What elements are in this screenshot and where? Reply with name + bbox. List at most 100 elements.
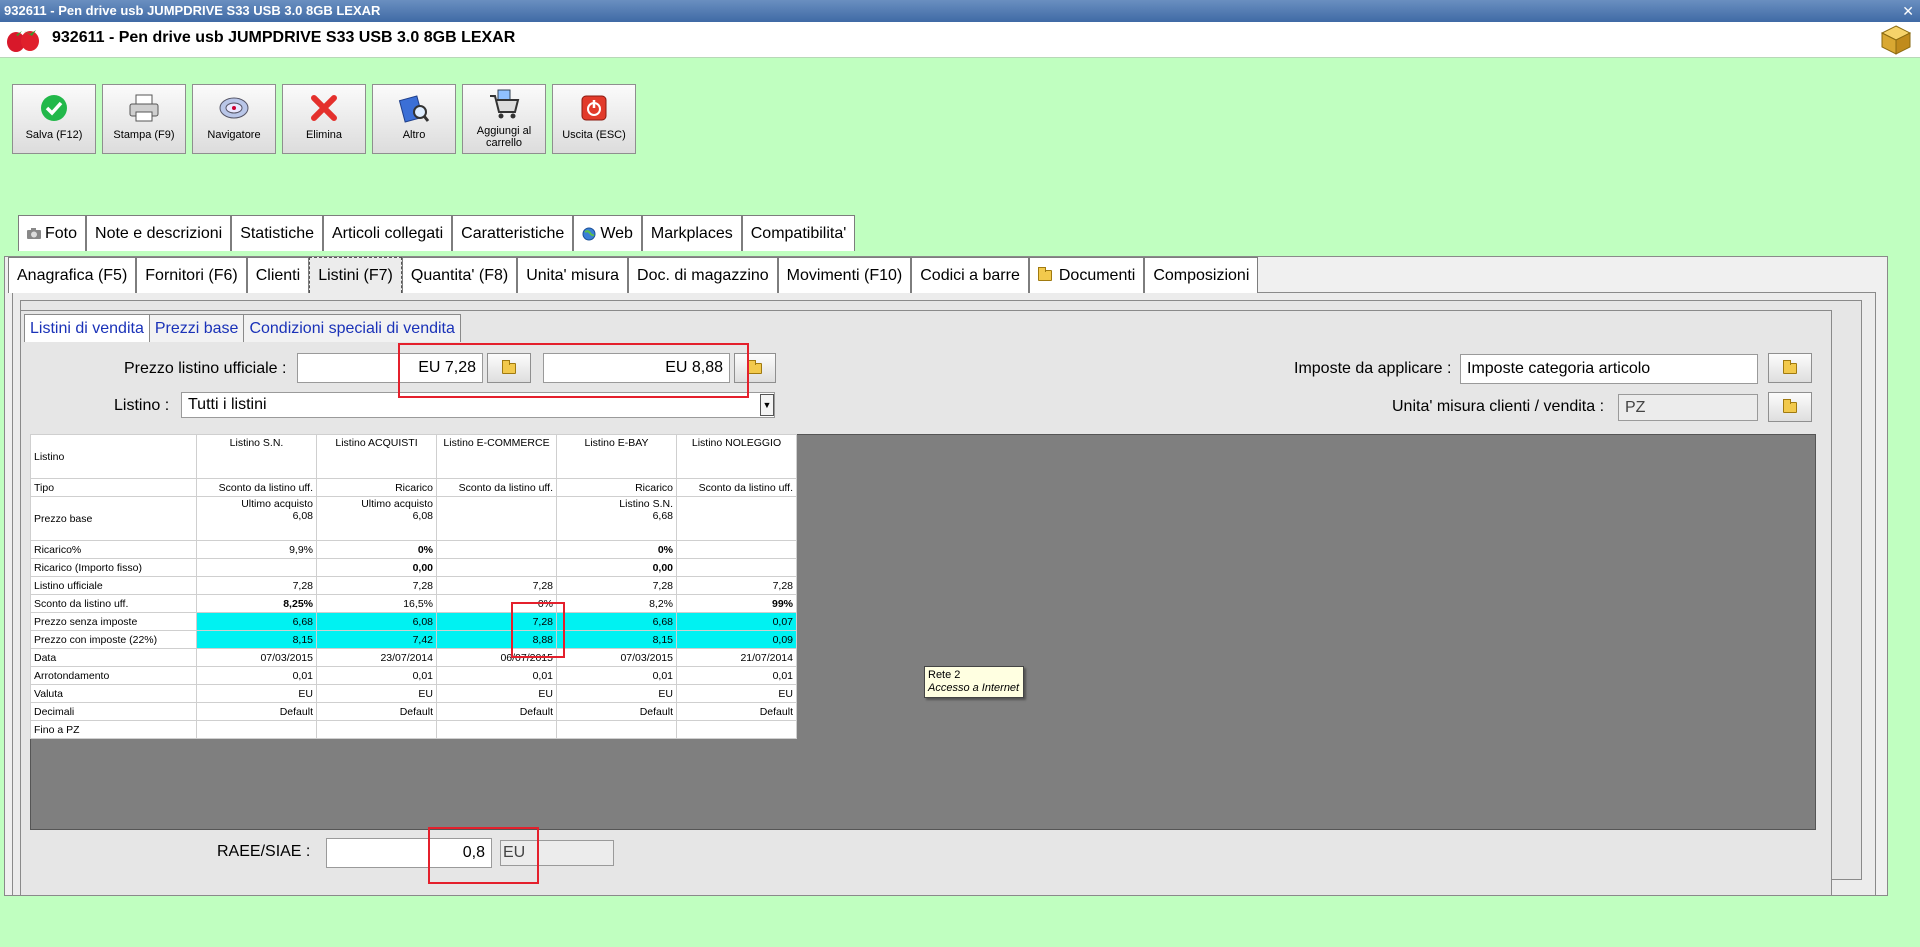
table-cell[interactable] xyxy=(316,720,437,739)
print-button[interactable]: Stampa (F9) xyxy=(102,84,186,154)
tab-anagrafica[interactable]: Anagrafica (F5) xyxy=(8,257,137,293)
table-cell[interactable]: 0% xyxy=(316,540,437,559)
table-cell[interactable]: 0,01 xyxy=(556,666,677,685)
table-cell[interactable]: Default xyxy=(676,702,797,721)
exit-button[interactable]: Uscita (ESC) xyxy=(552,84,636,154)
tab-composizioni[interactable]: Composizioni xyxy=(1144,257,1259,293)
table-cell[interactable]: 7,28 xyxy=(316,576,437,595)
table-cell[interactable]: 0,00 xyxy=(316,558,437,577)
tab-fornitori[interactable]: Fornitori (F6) xyxy=(136,257,247,293)
tab-note[interactable]: Note e descrizioni xyxy=(86,215,232,251)
table-cell[interactable]: EU xyxy=(316,684,437,703)
subtab-prezzi-base[interactable]: Prezzi base xyxy=(148,314,245,342)
save-button[interactable]: Salva (F12) xyxy=(12,84,96,154)
tab-compatibilita[interactable]: Compatibilita' xyxy=(741,215,856,251)
table-cell[interactable]: 7,28 xyxy=(556,576,677,595)
table-cell[interactable]: Ricarico xyxy=(316,478,437,497)
table-cell[interactable] xyxy=(436,540,557,559)
table-cell[interactable] xyxy=(676,558,797,577)
table-cell[interactable]: 21/07/2014 xyxy=(676,648,797,667)
column-header[interactable]: Listino S.N. xyxy=(196,434,317,479)
table-cell[interactable] xyxy=(676,540,797,559)
table-cell[interactable]: 16,5% xyxy=(316,594,437,613)
table-cell[interactable]: 0,07 xyxy=(676,612,797,631)
table-cell[interactable]: Ultimo acquisto 6,08 xyxy=(316,496,437,541)
table-cell[interactable]: Sconto da listino uff. xyxy=(676,478,797,497)
table-cell[interactable]: 6,68 xyxy=(196,612,317,631)
table-cell[interactable]: 0,00 xyxy=(556,558,677,577)
tab-clienti[interactable]: Clienti xyxy=(246,257,310,293)
column-header[interactable]: Listino NOLEGGIO xyxy=(676,434,797,479)
table-cell[interactable]: 0,01 xyxy=(196,666,317,685)
table-cell[interactable] xyxy=(436,558,557,577)
table-cell[interactable]: 07/03/2015 xyxy=(196,648,317,667)
table-cell[interactable]: 99% xyxy=(676,594,797,613)
other-button[interactable]: Altro xyxy=(372,84,456,154)
table-cell[interactable] xyxy=(556,720,677,739)
table-cell[interactable]: Ricarico xyxy=(556,478,677,497)
tab-statistiche[interactable]: Statistiche xyxy=(231,215,323,251)
close-icon[interactable]: ✕ xyxy=(1902,0,1914,22)
table-cell[interactable]: Default xyxy=(436,702,557,721)
delete-button[interactable]: Elimina xyxy=(282,84,366,154)
package-cube-icon[interactable] xyxy=(1880,24,1912,56)
imposte-folder-button[interactable] xyxy=(1768,353,1812,383)
table-cell[interactable] xyxy=(436,720,557,739)
table-cell[interactable] xyxy=(196,720,317,739)
table-cell[interactable]: 0,01 xyxy=(436,666,557,685)
table-cell[interactable]: 23/07/2014 xyxy=(316,648,437,667)
table-cell[interactable] xyxy=(436,496,557,541)
table-cell[interactable]: 7,28 xyxy=(676,576,797,595)
tab-doc-magazzino[interactable]: Doc. di magazzino xyxy=(628,257,778,293)
table-cell[interactable]: EU xyxy=(436,684,557,703)
table-cell[interactable]: 7,28 xyxy=(436,576,557,595)
tab-unita-misura[interactable]: Unita' misura xyxy=(517,257,629,293)
table-cell[interactable]: Default xyxy=(196,702,317,721)
column-header[interactable]: Listino ACQUISTI xyxy=(316,434,437,479)
table-cell[interactable]: Listino S.N. 6,68 xyxy=(556,496,677,541)
table-cell[interactable]: Sconto da listino uff. xyxy=(436,478,557,497)
table-cell[interactable]: 7,42 xyxy=(316,630,437,649)
table-cell[interactable]: 8,15 xyxy=(196,630,317,649)
tab-quantita[interactable]: Quantita' (F8) xyxy=(401,257,518,293)
table-cell[interactable]: EU xyxy=(556,684,677,703)
tab-markplaces[interactable]: Markplaces xyxy=(641,215,742,251)
table-cell[interactable]: 0,01 xyxy=(676,666,797,685)
table-cell[interactable]: 0% xyxy=(556,540,677,559)
imposte-field[interactable]: Imposte categoria articolo xyxy=(1460,354,1758,384)
tab-listini[interactable]: Listini (F7) xyxy=(309,257,402,293)
table-cell[interactable]: 9,9% xyxy=(196,540,317,559)
table-cell[interactable]: Sconto da listino uff. xyxy=(196,478,317,497)
table-cell[interactable] xyxy=(676,496,797,541)
table-cell[interactable] xyxy=(196,558,317,577)
table-cell[interactable]: 8,2% xyxy=(556,594,677,613)
add-to-cart-button[interactable]: Aggiungi al carrello xyxy=(462,84,546,154)
tab-web[interactable]: Web xyxy=(573,215,642,251)
table-cell[interactable]: 0,09 xyxy=(676,630,797,649)
table-cell[interactable]: 0,01 xyxy=(316,666,437,685)
table-cell[interactable]: 7,28 xyxy=(196,576,317,595)
table-cell[interactable]: 8,15 xyxy=(556,630,677,649)
tab-articoli-collegati[interactable]: Articoli collegati xyxy=(323,215,453,251)
table-cell[interactable]: EU xyxy=(196,684,317,703)
unita-misura-folder-button[interactable] xyxy=(1768,392,1812,422)
table-cell[interactable]: Ultimo acquisto 6,08 xyxy=(196,496,317,541)
table-cell[interactable]: EU xyxy=(676,684,797,703)
table-cell[interactable]: 07/03/2015 xyxy=(556,648,677,667)
table-cell[interactable]: 6,68 xyxy=(556,612,677,631)
tab-foto[interactable]: Foto xyxy=(18,215,87,251)
table-cell[interactable]: Default xyxy=(556,702,677,721)
tab-movimenti[interactable]: Movimenti (F10) xyxy=(777,257,912,293)
subtab-listini-vendita[interactable]: Listini di vendita xyxy=(24,314,150,342)
chevron-down-icon[interactable]: ▼ xyxy=(760,394,774,416)
column-header[interactable]: Listino E-COMMERCE xyxy=(436,434,557,479)
subtab-condizioni-speciali[interactable]: Condizioni speciali di vendita xyxy=(243,314,461,342)
navigator-button[interactable]: Navigatore xyxy=(192,84,276,154)
table-cell[interactable]: 6,08 xyxy=(316,612,437,631)
table-cell[interactable] xyxy=(676,720,797,739)
tab-codici-barre[interactable]: Codici a barre xyxy=(911,257,1029,293)
column-header[interactable]: Listino E-BAY xyxy=(556,434,677,479)
table-cell[interactable]: Default xyxy=(316,702,437,721)
table-cell[interactable]: 8,25% xyxy=(196,594,317,613)
tab-documenti[interactable]: Documenti xyxy=(1028,257,1145,293)
